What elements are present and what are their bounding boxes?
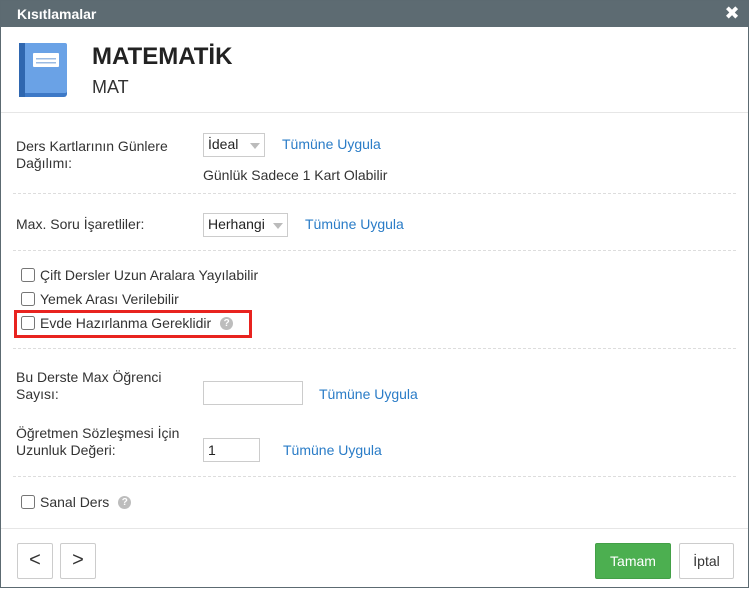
- course-header: MATEMATİK MAT: [1, 27, 748, 113]
- cancel-button[interactable]: İptal: [679, 543, 734, 579]
- divider: [13, 193, 736, 194]
- divider: [13, 348, 736, 349]
- max-students-input[interactable]: [203, 381, 303, 405]
- contract-length-input[interactable]: [203, 438, 260, 462]
- divider: [13, 476, 736, 477]
- lunch-break-label: Yemek Arası Verilebilir: [40, 291, 179, 307]
- max-students-apply-all-link[interactable]: Tümüne Uygula: [319, 386, 418, 402]
- distribution-apply-all-link[interactable]: Tümüne Uygula: [282, 136, 381, 152]
- distribution-note: Günlük Sadece 1 Kart Olabilir: [203, 167, 388, 183]
- next-button[interactable]: >: [60, 543, 96, 579]
- max-question-label: Max. Soru İşaretliler:: [16, 216, 145, 232]
- virtual-lesson-label: Sanal Ders: [40, 494, 110, 510]
- constraints-dialog: Kısıtlamalar ✖ MATEMATİK MAT Ders Kartla…: [0, 0, 749, 588]
- checkbox-virtual-lesson[interactable]: Sanal Ders ?: [21, 494, 132, 510]
- chevron-down-icon: [250, 143, 260, 149]
- contract-length-label: Öğretmen Sözleşmesi İçin Uzunluk Değeri:: [16, 425, 180, 458]
- checkbox-double-lessons[interactable]: Çift Dersler Uzun Aralara Yayılabilir: [21, 267, 258, 283]
- distribution-label: Ders Kartlarının Günlere Dağılımı:: [16, 138, 168, 171]
- dialog-footer: < > Tamam İptal: [1, 528, 748, 588]
- double-lessons-checkbox[interactable]: [21, 268, 35, 282]
- contract-length-apply-all-link[interactable]: Tümüne Uygula: [283, 442, 382, 458]
- book-icon: [19, 43, 67, 97]
- distribution-select[interactable]: İdeal: [203, 133, 265, 157]
- distribution-selected: İdeal: [208, 136, 239, 152]
- chevron-down-icon: [273, 223, 283, 229]
- max-students-label: Bu Derste Max Öğrenci Sayısı:: [16, 369, 162, 402]
- dialog-titlebar: Kısıtlamalar ✖: [1, 1, 748, 27]
- course-name: MATEMATİK: [92, 43, 233, 70]
- ok-button[interactable]: Tamam: [595, 543, 671, 579]
- highlight-box: [14, 310, 252, 338]
- max-question-selected: Herhangi: [208, 216, 265, 232]
- divider: [13, 250, 736, 251]
- course-code: MAT: [92, 77, 129, 97]
- previous-button[interactable]: <: [17, 543, 53, 579]
- close-icon[interactable]: ✖: [724, 3, 740, 23]
- max-question-select[interactable]: Herhangi: [203, 213, 288, 237]
- dialog-title: Kısıtlamalar: [17, 6, 97, 22]
- max-question-apply-all-link[interactable]: Tümüne Uygula: [305, 216, 404, 232]
- virtual-lesson-checkbox[interactable]: [21, 495, 35, 509]
- help-icon[interactable]: ?: [118, 495, 132, 509]
- double-lessons-label: Çift Dersler Uzun Aralara Yayılabilir: [40, 267, 259, 283]
- checkbox-lunch-break[interactable]: Yemek Arası Verilebilir: [21, 291, 179, 307]
- lunch-break-checkbox[interactable]: [21, 292, 35, 306]
